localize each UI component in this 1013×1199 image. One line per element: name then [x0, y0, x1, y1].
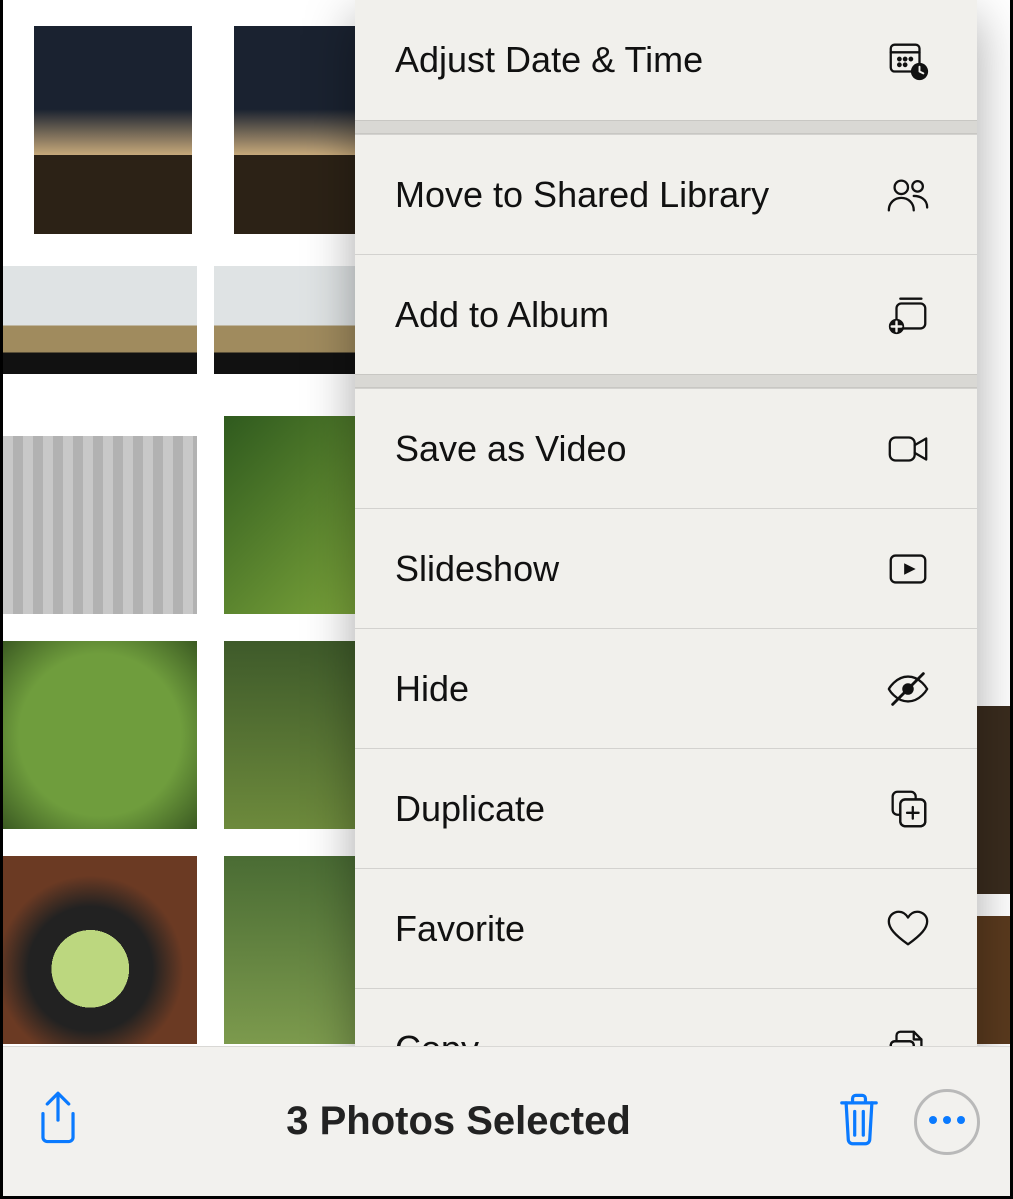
photo-thumbnail[interactable] [3, 850, 203, 1050]
delete-button[interactable] [804, 1047, 914, 1196]
eye-slash-icon [883, 664, 933, 714]
people-icon [883, 170, 933, 220]
photo-thumbnail[interactable] [218, 635, 363, 835]
photo-thumbnail[interactable] [28, 20, 198, 240]
menu-item-slideshow[interactable]: Slideshow [355, 508, 977, 628]
photo-thumbnail[interactable] [218, 410, 363, 620]
duplicate-icon [883, 784, 933, 834]
menu-item-add-to-album[interactable]: Add to Album [355, 254, 977, 374]
menu-item-save-as-video[interactable]: Save as Video [355, 388, 977, 508]
menu-item-label: Add to Album [395, 294, 883, 336]
menu-item-label: Hide [395, 668, 883, 710]
menu-separator [355, 120, 977, 134]
photo-thumbnail[interactable] [3, 430, 203, 620]
menu-item-label: Favorite [395, 908, 883, 950]
menu-item-hide[interactable]: Hide [355, 628, 977, 748]
menu-item-label: Duplicate [395, 788, 883, 830]
calendar-clock-icon [883, 35, 933, 85]
menu-item-label: Adjust Date & Time [395, 39, 883, 81]
menu-item-label: Move to Shared Library [395, 174, 883, 216]
share-icon [32, 1090, 84, 1153]
video-icon [883, 424, 933, 474]
more-button[interactable] [914, 1089, 980, 1155]
selection-count-label: 3 Photos Selected [113, 1099, 804, 1144]
photo-thumbnail[interactable] [3, 260, 203, 380]
menu-separator [355, 374, 977, 388]
photo-thumbnail[interactable] [3, 635, 203, 835]
menu-item-label: Slideshow [395, 548, 883, 590]
share-button[interactable] [3, 1047, 113, 1196]
heart-icon [883, 904, 933, 954]
actions-menu: Adjust Date & Time Move to Shared Librar… [355, 0, 977, 1108]
photo-thumbnail[interactable] [218, 850, 363, 1050]
menu-item-move-to-shared-library[interactable]: Move to Shared Library [355, 134, 977, 254]
bottom-toolbar: 3 Photos Selected [3, 1046, 1010, 1196]
photo-thumbnail[interactable] [228, 20, 363, 240]
trash-icon [833, 1090, 885, 1153]
menu-item-label: Save as Video [395, 428, 883, 470]
ellipsis-icon [927, 1113, 967, 1131]
menu-item-duplicate[interactable]: Duplicate [355, 748, 977, 868]
menu-item-adjust-date-time[interactable]: Adjust Date & Time [355, 0, 977, 120]
album-add-icon [883, 290, 933, 340]
menu-item-favorite[interactable]: Favorite [355, 868, 977, 988]
play-rect-icon [883, 544, 933, 594]
photo-thumbnail[interactable] [208, 260, 363, 380]
